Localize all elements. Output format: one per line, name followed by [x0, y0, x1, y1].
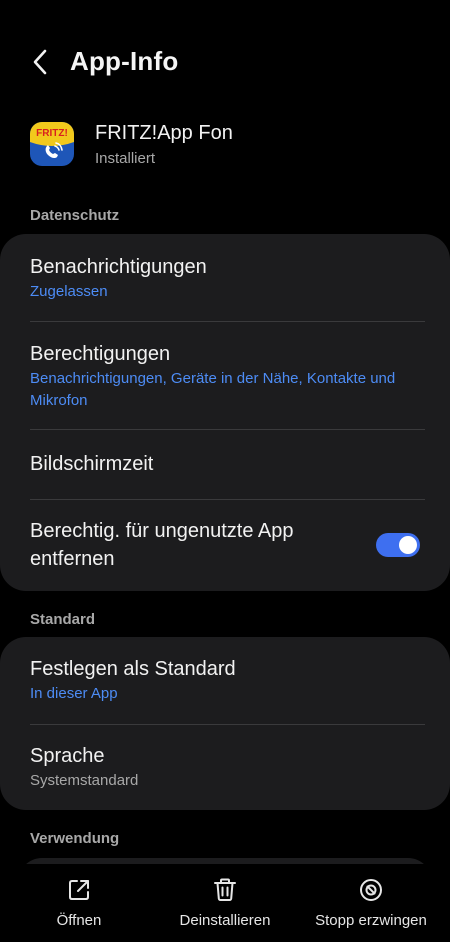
page-title: App-Info [70, 46, 179, 76]
open-label: Öffnen [56, 912, 102, 929]
stop-icon [357, 876, 385, 904]
toggle-knob [399, 536, 417, 554]
uninstall-label: Deinstallieren [179, 912, 271, 929]
force-stop-button[interactable]: Stopp erzwingen [311, 876, 431, 938]
item-subtitle: Zugelassen [30, 283, 108, 300]
app-name: FRITZ!App Fon [95, 122, 233, 144]
svg-text:FRITZ!: FRITZ! [36, 128, 68, 139]
force-stop-label: Stopp erzwingen [315, 912, 427, 929]
list-item-sprache[interactable]: Sprache Systemstandard [0, 725, 450, 810]
app-bar: App-Info [0, 40, 450, 84]
list-item-festlegen-als-standard[interactable]: Festlegen als Standard In dieser App [0, 637, 450, 724]
item-title: Festlegen als Standard [30, 658, 236, 680]
trash-icon [211, 876, 239, 904]
chevron-left-icon [33, 49, 47, 75]
item-title: Benachrichtigungen [30, 256, 207, 278]
item-subtitle: Benachrichtigungen, Geräte in der Nähe, … [30, 370, 396, 409]
item-title: Bildschirmzeit [30, 453, 154, 475]
item-title: Berechtig. für ungenutzte App entfernen [30, 520, 294, 570]
section-label-standard: Standard [30, 611, 96, 628]
item-subtitle: Systemstandard [30, 772, 139, 789]
back-button[interactable] [22, 44, 58, 80]
open-button[interactable]: Öffnen [40, 876, 118, 938]
fritz-app-fon-icon: FRITZ! [30, 122, 74, 166]
unused-app-permissions-toggle[interactable] [376, 533, 420, 557]
uninstall-button[interactable]: Deinstallieren [174, 876, 276, 938]
list-item-unused-app-permissions[interactable]: Berechtig. für ungenutzte App entfernen [0, 500, 450, 591]
standard-card: Festlegen als Standard In dieser App Spr… [0, 637, 450, 810]
section-label-datenschutz: Datenschutz [30, 207, 120, 224]
section-label-verwendung: Verwendung [30, 830, 120, 847]
app-status: Installiert [95, 150, 156, 167]
list-item-benachrichtigungen[interactable]: Benachrichtigungen Zugelassen [0, 234, 450, 321]
list-item-bildschirmzeit[interactable]: Bildschirmzeit [0, 430, 450, 499]
open-external-icon [65, 876, 93, 904]
item-title: Sprache [30, 745, 105, 767]
item-subtitle: In dieser App [30, 685, 118, 702]
app-identity: FRITZ! FRITZ!App Fon Installiert [30, 120, 430, 170]
item-title: Berechtigungen [30, 343, 171, 365]
list-item-berechtigungen[interactable]: Berechtigungen Benachrichtigungen, Gerät… [0, 322, 450, 429]
datenschutz-card: Benachrichtigungen Zugelassen Berechtigu… [0, 234, 450, 591]
bottom-action-bar: Öffnen Deinstallieren Stopp erzwingen [0, 864, 450, 942]
